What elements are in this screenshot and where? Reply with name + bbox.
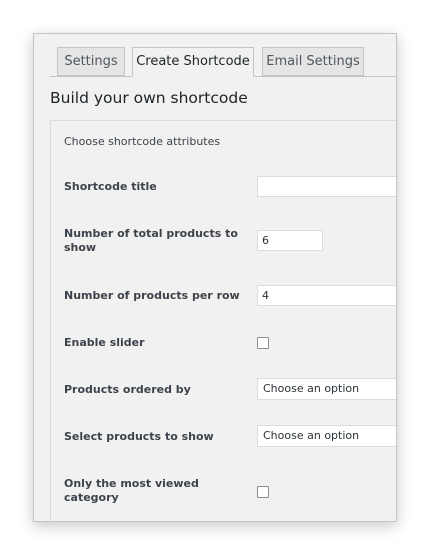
tab-email-settings[interactable]: Email Settings <box>262 47 364 76</box>
most-viewed-category-checkbox[interactable] <box>257 486 269 498</box>
products-to-show-label: Select products to show <box>64 430 214 443</box>
tab-create-shortcode[interactable]: Create Shortcode <box>132 47 254 77</box>
shortcode-title-input[interactable] <box>257 176 396 197</box>
total-products-input[interactable] <box>257 230 323 251</box>
enable-slider-checkbox[interactable] <box>257 337 269 349</box>
products-per-row-label: Number of products per row <box>64 289 240 302</box>
products-to-show-select[interactable]: Choose an option <box>257 425 396 447</box>
ordered-by-select[interactable]: Choose an option <box>257 378 396 400</box>
total-products-label: Number of total products to show <box>64 227 238 254</box>
panel-subtitle: Choose shortcode attributes <box>64 135 221 148</box>
tab-settings[interactable]: Settings <box>57 47 125 76</box>
shortcode-form-panel: Choose shortcode attributes Shortcode ti… <box>50 120 396 521</box>
ordered-by-label: Products ordered by <box>64 383 191 396</box>
products-per-row-input[interactable] <box>257 285 396 306</box>
shortcode-title-label: Shortcode title <box>64 180 157 193</box>
settings-window: Settings Create Shortcode Email Settings… <box>33 33 397 522</box>
enable-slider-label: Enable slider <box>64 336 145 349</box>
most-viewed-category-label: Only the most viewed category <box>64 477 199 504</box>
page-title: Build your own shortcode <box>50 89 248 107</box>
tab-bar: Settings Create Shortcode Email Settings <box>34 34 396 77</box>
